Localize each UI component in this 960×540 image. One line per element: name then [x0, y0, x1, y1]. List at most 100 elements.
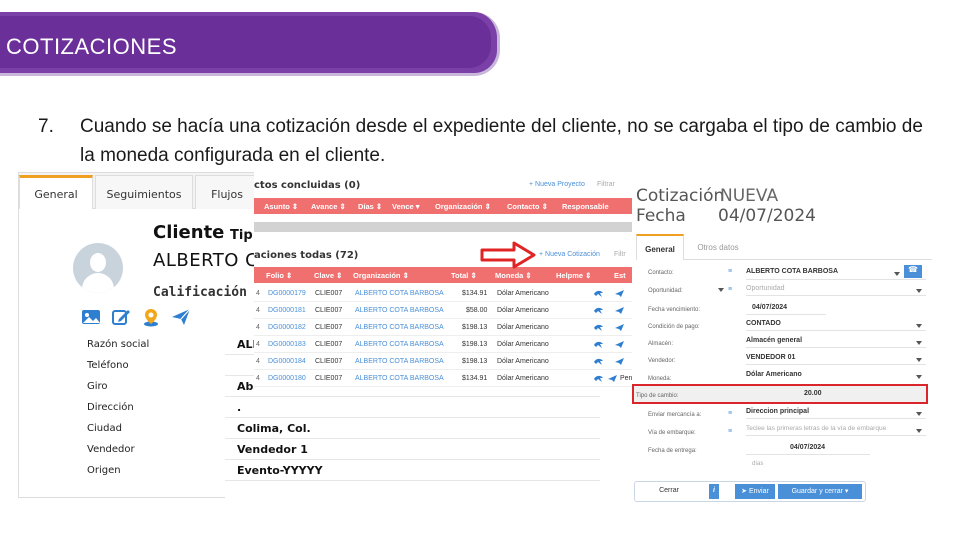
row-moneda: Dólar Americano — [497, 358, 549, 365]
col-dias[interactable]: Días ⇕ — [358, 202, 382, 211]
table-row[interactable]: 4 DG0000182 CLIE007 ALBERTO COTA BARBOSA… — [254, 319, 634, 336]
send-icon[interactable] — [614, 306, 625, 315]
col-organizacion[interactable]: Organización ⇕ — [353, 271, 409, 280]
save-close-button[interactable]: Guardar y cerrar ▾ — [778, 484, 862, 499]
chevron-down-icon[interactable] — [916, 375, 922, 379]
helpme-icon[interactable] — [593, 323, 604, 332]
label-via-embarque: Vía de embarque: — [648, 430, 696, 436]
col-contacto[interactable]: Contacto ⇕ — [507, 202, 548, 211]
row-folio[interactable]: DG0000180 — [268, 375, 306, 382]
col-vence[interactable]: Vence ▾ — [392, 202, 420, 211]
oportunidad-select[interactable]: Oportunidad — [746, 285, 785, 292]
info-icon[interactable]: i — [709, 484, 719, 499]
row-total: $134.91 — [462, 375, 488, 382]
row-organizacion[interactable]: ALBERTO COTA BARBOSA — [355, 307, 444, 314]
col-clave[interactable]: Clave ⇕ — [314, 271, 342, 280]
send-button[interactable]: ➤ Enviar — [735, 484, 775, 499]
tab-flujos[interactable]: Flujos — [195, 175, 257, 209]
chevron-down-icon[interactable] — [718, 288, 724, 292]
row-organizacion[interactable]: ALBERTO COTA BARBOSA — [355, 358, 444, 365]
chevron-down-icon[interactable] — [894, 272, 900, 276]
vendedor-select[interactable]: VENDEDOR 01 — [746, 354, 795, 361]
helpme-icon[interactable] — [593, 289, 604, 298]
helpme-icon[interactable] — [593, 306, 604, 315]
list-icon[interactable]: ≡ — [728, 410, 732, 417]
col-folio[interactable]: Folio ⇕ — [266, 271, 292, 280]
projects-scrollbar[interactable] — [254, 222, 634, 232]
value-divider — [225, 417, 600, 418]
row-folio[interactable]: DG0000179 — [268, 290, 306, 297]
row-total: $134.91 — [462, 290, 488, 297]
helpme-icon[interactable] — [593, 340, 604, 349]
note-number: 7. — [38, 116, 54, 137]
chevron-down-icon[interactable] — [916, 289, 922, 293]
table-row[interactable]: 4 DG0000179 CLIE007 ALBERTO COTA BARBOSA… — [254, 285, 634, 302]
row-organizacion[interactable]: ALBERTO COTA BARBOSA — [355, 324, 444, 331]
send-icon[interactable] — [614, 340, 625, 349]
table-row[interactable]: 4 DG0000180 CLIE007 ALBERTO COTA BARBOSA… — [254, 370, 634, 387]
field-underline — [746, 279, 926, 280]
row-folio[interactable]: DG0000182 — [268, 324, 306, 331]
chevron-down-icon[interactable] — [916, 358, 922, 362]
chevron-down-icon[interactable] — [916, 429, 922, 433]
fecha-entrega-input[interactable]: 04/07/2024 — [790, 444, 825, 451]
tab-general[interactable]: General — [636, 234, 684, 260]
row-organizacion[interactable]: ALBERTO COTA BARBOSA — [355, 375, 444, 382]
list-icon[interactable]: ≡ — [728, 268, 732, 275]
image-icon[interactable] — [81, 307, 101, 327]
tab-otros-datos[interactable]: Otros datos — [690, 234, 746, 260]
list-icon[interactable]: ≡ — [728, 428, 732, 435]
row-organizacion[interactable]: ALBERTO COTA BARBOSA — [355, 341, 444, 348]
col-estado[interactable]: Est — [614, 271, 626, 280]
table-row[interactable]: 4 DG0000183 CLIE007 ALBERTO COTA BARBOSA… — [254, 336, 634, 353]
send-icon[interactable] — [171, 307, 191, 327]
row-moneda: Dólar Americano — [497, 375, 549, 382]
quotes-filter[interactable]: Filtr — [614, 251, 626, 258]
fecha-vencimiento-input[interactable]: 04/07/2024 — [752, 304, 787, 311]
helpme-icon[interactable] — [593, 374, 604, 383]
send-icon[interactable] — [614, 289, 625, 298]
dias-label: días — [752, 461, 764, 467]
col-asunto[interactable]: Asunto ⇕ — [264, 202, 298, 211]
via-embarque-input[interactable]: Teclee las primeras letras de la vía de … — [746, 425, 886, 432]
col-helpme[interactable]: Helpme ⇕ — [556, 271, 591, 280]
field-underline — [746, 330, 926, 331]
row-organizacion[interactable]: ALBERTO COTA BARBOSA — [355, 290, 444, 297]
table-row[interactable]: 4 DG0000181 CLIE007 ALBERTO COTA BARBOSA… — [254, 302, 634, 319]
send-icon[interactable] — [614, 357, 625, 366]
projects-filter[interactable]: Filtrar — [597, 181, 615, 188]
moneda-select[interactable]: Dólar Americano — [746, 371, 802, 378]
row-folio[interactable]: DG0000184 — [268, 358, 306, 365]
new-project-link[interactable]: + Nueva Proyecto — [529, 181, 585, 188]
row-folio[interactable]: DG0000181 — [268, 307, 306, 314]
col-total[interactable]: Total ⇕ — [451, 271, 477, 280]
almacen-select[interactable]: Almacén general — [746, 337, 802, 344]
helpme-icon[interactable] — [593, 357, 604, 366]
new-quote-link[interactable]: + Nueva Cotización — [539, 251, 600, 258]
chevron-down-icon[interactable] — [916, 341, 922, 345]
list-icon[interactable]: ≡ — [728, 286, 732, 293]
tab-seguimientos[interactable]: Seguimientos — [95, 175, 193, 209]
col-organizacion[interactable]: Organización ⇕ — [435, 202, 491, 211]
enviar-mercancia-select[interactable]: Direccion principal — [746, 408, 809, 415]
quote-date: 04/07/2024 — [718, 206, 816, 226]
close-button[interactable]: Cerrar — [639, 484, 699, 499]
contacto-select[interactable]: ALBERTO COTA BARBOSA — [746, 268, 838, 275]
chevron-down-icon[interactable] — [916, 324, 922, 328]
chevron-down-icon[interactable]: ▾ — [843, 488, 849, 495]
condicion-pago-select[interactable]: CONTADO — [746, 320, 781, 327]
table-row[interactable]: 4 DG0000184 CLIE007 ALBERTO COTA BARBOSA… — [254, 353, 634, 370]
tab-general[interactable]: General — [19, 175, 93, 209]
phone-button[interactable]: ☎ — [904, 265, 922, 278]
chevron-down-icon[interactable] — [916, 412, 922, 416]
row-folio[interactable]: DG0000183 — [268, 341, 306, 348]
row-clave: CLIE007 — [315, 375, 343, 382]
edit-icon[interactable] — [111, 307, 131, 327]
col-responsable[interactable]: Responsable — [562, 202, 609, 211]
col-moneda[interactable]: Moneda ⇕ — [495, 271, 532, 280]
col-avance[interactable]: Avance ⇕ — [311, 202, 346, 211]
send-icon[interactable] — [614, 323, 625, 332]
send-icon[interactable] — [607, 374, 618, 383]
location-icon[interactable] — [141, 307, 161, 327]
note-text: Cuando se hacía una cotización desde el … — [80, 116, 923, 166]
